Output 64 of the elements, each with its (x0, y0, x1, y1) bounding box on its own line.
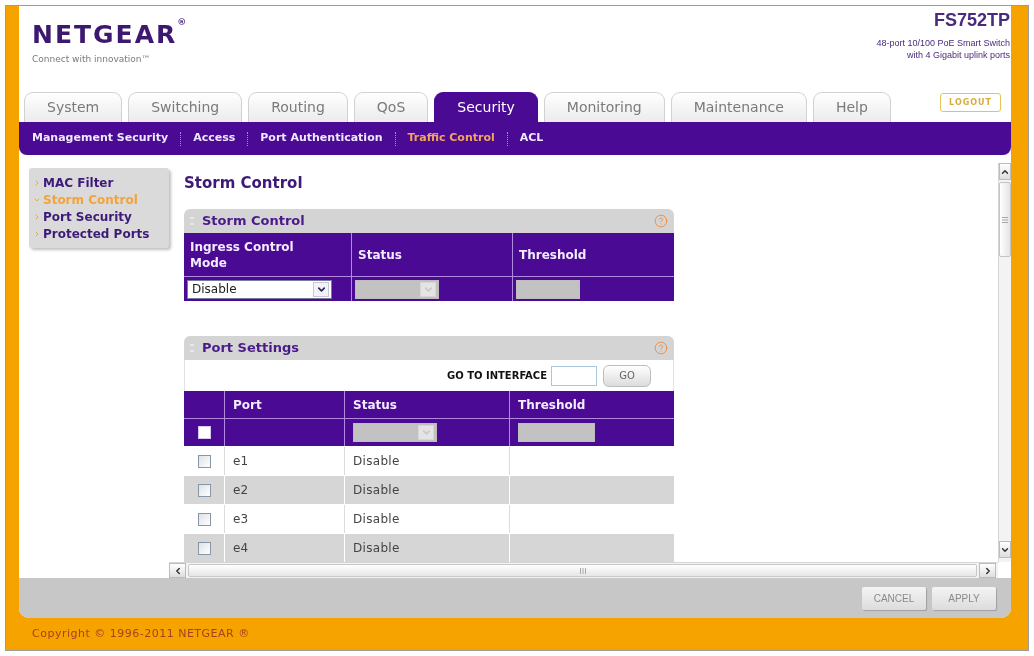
subnav-link[interactable]: Port Authentication (260, 130, 383, 147)
help-icon[interactable] (654, 341, 668, 355)
table-cell-text: Disable (353, 453, 400, 470)
brand-logo: NETGEAR$^{®}$ (32, 20, 189, 50)
go-to-interface-label: GO TO INTERFACE (446, 369, 547, 383)
grip-icon (579, 567, 586, 574)
cancel-button[interactable]: CANCEL (862, 586, 926, 610)
scroll-up-button[interactable] (999, 163, 1011, 180)
nav-tab[interactable]: Security (434, 92, 538, 122)
go-button[interactable]: GO (603, 364, 651, 387)
side-menu-item[interactable]: MAC Filter (33, 174, 165, 191)
table-cell-text: e2 (233, 482, 249, 499)
table-cell-text: e4 (233, 540, 249, 557)
chevron-down-icon (420, 427, 432, 438)
help-icon[interactable] (654, 214, 668, 228)
nav-tab[interactable]: Monitoring (543, 92, 665, 122)
table-cell-text: Disable (353, 540, 400, 557)
panel-title: Port Settings (202, 339, 300, 358)
nav-tab[interactable]: Routing (248, 92, 348, 122)
table-cell-text: e1 (233, 453, 249, 470)
column-header: Status (353, 396, 397, 414)
checkbox[interactable] (197, 541, 211, 555)
scroll-down-button[interactable] (999, 541, 1011, 558)
apply-button[interactable]: APPLY (932, 586, 996, 610)
subnav-link[interactable]: Management Security (32, 130, 169, 147)
subnav-link[interactable]: ACL (519, 130, 544, 147)
scroll-right-button[interactable] (979, 563, 996, 578)
checkbox[interactable] (197, 512, 211, 526)
horizontal-scrollbar[interactable] (169, 562, 998, 578)
panel-title: Storm Control (202, 212, 306, 231)
column-header: Status (358, 246, 402, 263)
table-cell-text: Disable (353, 511, 400, 528)
side-menu-item[interactable]: Protected Ports (33, 225, 165, 242)
table-cell-text: e3 (233, 511, 249, 528)
page-title: Storm Control (184, 173, 304, 193)
nav-tab[interactable]: Help (812, 92, 891, 122)
scrollbar-thumb[interactable] (999, 182, 1011, 257)
scrollbar-thumb[interactable] (188, 564, 977, 577)
vertical-scrollbar[interactable] (998, 163, 1011, 562)
checkbox[interactable] (197, 483, 211, 497)
model-description: with 4 Gigabit uplink ports (906, 49, 1010, 61)
subnav-link[interactable]: Access (193, 130, 236, 147)
column-header: Port (233, 396, 262, 414)
column-header: Threshold (519, 246, 587, 263)
tagline: Connect with innovation™ (32, 53, 151, 66)
copyright-text: Copyright © 1996-2011 NETGEAR ® (32, 625, 250, 642)
nav-tab[interactable]: QoS (353, 92, 429, 122)
column-header: Threshold (518, 396, 586, 414)
table-cell-text: Disable (353, 482, 400, 499)
nav-tab[interactable]: System (24, 92, 123, 122)
nav-tab[interactable]: Maintenance (670, 92, 807, 122)
checkbox[interactable] (197, 454, 211, 468)
model-description: 48-port 10/100 PoE Smart Switch (876, 37, 1010, 49)
grip-icon (1002, 216, 1008, 223)
chevron-right-icon (33, 178, 41, 187)
column-header: Ingress Control Mode (190, 238, 295, 271)
nav-tab[interactable]: Switching (128, 92, 243, 122)
side-menu-item[interactable]: Port Security (33, 208, 165, 225)
subnav-link[interactable]: Traffic Control (407, 130, 495, 147)
scroll-left-button[interactable] (169, 563, 186, 578)
mode-dropdown[interactable]: Disable (187, 279, 332, 299)
checkbox[interactable] (197, 426, 211, 439)
interface-field[interactable] (551, 365, 597, 386)
model-name: FS752TP (933, 9, 1010, 31)
